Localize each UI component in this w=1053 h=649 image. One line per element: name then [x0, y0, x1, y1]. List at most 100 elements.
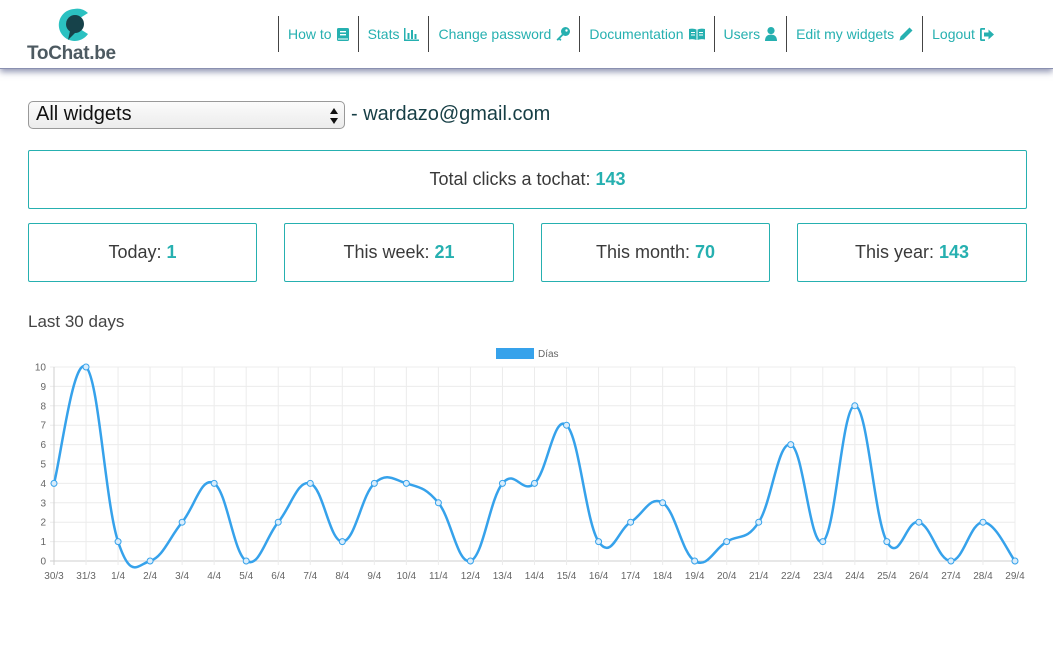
x-tick-label: 6/4: [271, 571, 285, 582]
pencil-icon: [899, 27, 913, 41]
data-point: [178, 518, 186, 526]
data-point: [659, 499, 667, 507]
today-value: 1: [166, 242, 177, 262]
nav-stats[interactable]: Stats: [357, 16, 429, 52]
y-tick-label: 0: [40, 557, 46, 568]
data-point: [146, 557, 154, 565]
data-point: [242, 557, 250, 565]
x-tick-label: 21/4: [749, 571, 769, 582]
x-tick-label: 23/4: [813, 571, 833, 582]
chart-heading: Last 30 days: [28, 312, 125, 331]
brand-name: ToChat.be: [27, 43, 116, 64]
data-point: [851, 402, 859, 410]
y-tick-label: 2: [40, 518, 46, 529]
nav-change-password[interactable]: Change password: [428, 16, 579, 52]
data-point: [210, 479, 218, 487]
data-point: [787, 441, 795, 449]
main-nav: How to Stats Change password Documentati…: [278, 16, 1003, 52]
data-point: [82, 363, 90, 371]
data-point: [50, 479, 58, 487]
this-month-label: This month:: [595, 242, 690, 262]
today-box: Today: 1: [28, 223, 257, 282]
nav-change-password-label: Change password: [438, 26, 552, 42]
nav-stats-label: Stats: [367, 26, 400, 42]
data-point: [402, 479, 410, 487]
user-icon: [765, 27, 778, 41]
data-point: [466, 557, 474, 565]
key-icon: [556, 27, 571, 41]
y-tick-label: 7: [40, 421, 46, 432]
chat-bubble-logo-icon: [58, 8, 88, 41]
book-icon: [336, 27, 349, 41]
x-tick-label: 10/4: [397, 571, 417, 582]
data-point: [306, 479, 314, 487]
open-book-icon: [688, 28, 705, 40]
x-tick-label: 3/4: [175, 571, 189, 582]
nav-users[interactable]: Users: [713, 16, 787, 52]
x-tick-label: 1/4: [111, 571, 125, 582]
tochat-logo[interactable]: ToChat.be: [27, 6, 127, 64]
today-label: Today:: [108, 242, 162, 262]
data-point: [338, 538, 346, 546]
data-point: [723, 538, 731, 546]
x-tick-label: 18/4: [653, 571, 673, 582]
nav-documentation[interactable]: Documentation: [579, 16, 713, 52]
nav-how-to-label: How to: [288, 26, 332, 42]
x-tick-label: 4/4: [207, 571, 221, 582]
x-tick-label: 15/4: [557, 571, 577, 582]
nav-edit-widgets[interactable]: Edit my widgets: [786, 16, 922, 52]
widget-filter-row: All widgets - wardazo@gmail.com: [28, 100, 550, 129]
x-tick-label: 26/4: [909, 571, 929, 582]
x-tick-label: 9/4: [367, 571, 381, 582]
x-tick-label: 8/4: [335, 571, 349, 582]
nav-users-label: Users: [723, 26, 761, 42]
x-tick-label: 19/4: [685, 571, 705, 582]
nav-logout-label: Logout: [932, 26, 975, 42]
this-year-box: This year: 143: [797, 223, 1027, 282]
widget-select[interactable]: All widgets: [28, 100, 345, 129]
x-tick-label: 13/4: [493, 571, 513, 582]
y-tick-label: 9: [40, 382, 46, 393]
y-tick-label: 6: [40, 440, 46, 451]
y-tick-label: 8: [40, 401, 46, 412]
select-arrows-icon: [330, 107, 338, 124]
data-point: [563, 421, 571, 429]
logout-icon: [979, 27, 994, 41]
this-week-value: 21: [434, 242, 455, 262]
y-tick-label: 10: [35, 363, 47, 374]
chart-legend: Días: [496, 348, 559, 360]
x-tick-label: 20/4: [717, 571, 737, 582]
x-tick-label: 30/3: [44, 571, 64, 582]
data-point: [114, 538, 122, 546]
nav-logout[interactable]: Logout: [922, 16, 1003, 52]
x-tick-label: 25/4: [877, 571, 897, 582]
data-point: [498, 479, 506, 487]
x-tick-label: 17/4: [621, 571, 641, 582]
data-point: [979, 518, 987, 526]
y-tick-label: 4: [40, 479, 46, 490]
this-year-value: 143: [938, 242, 970, 262]
x-tick-label: 28/4: [973, 571, 993, 582]
widget-select-value: All widgets: [36, 103, 132, 125]
data-point: [915, 518, 923, 526]
total-clicks-value: 143: [595, 169, 626, 189]
data-point: [274, 518, 282, 526]
nav-how-to[interactable]: How to: [278, 16, 358, 52]
x-tick-label: 29/4: [1005, 571, 1025, 582]
nav-documentation-label: Documentation: [589, 26, 684, 42]
x-tick-label: 16/4: [589, 571, 609, 582]
x-tick-label: 24/4: [845, 571, 865, 582]
top-navbar: ToChat.be How to Stats Change password D…: [0, 0, 1053, 69]
this-month-box: This month: 70: [541, 223, 770, 282]
x-tick-label: 2/4: [143, 571, 157, 582]
x-tick-label: 27/4: [941, 571, 961, 582]
this-year-label: This year:: [854, 242, 934, 262]
data-point: [531, 479, 538, 487]
this-week-label: This week:: [343, 242, 430, 262]
data-point: [370, 479, 378, 487]
data-point: [627, 518, 635, 526]
clicks-line-chart: Días 0 1 2 3 4 5 6 7 8 9 10 30/3 31/3 1/4 2/4 3/4 4/4 5/…: [35, 348, 1025, 582]
x-tick-label: 5/4: [239, 571, 253, 582]
x-tick-label: 14/4: [525, 571, 545, 582]
data-point: [755, 518, 763, 526]
